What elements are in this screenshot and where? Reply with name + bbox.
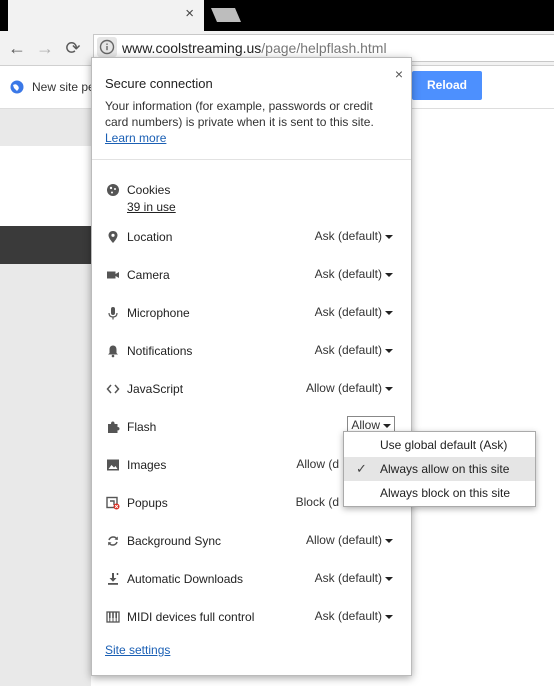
permission-label: Automatic Downloads xyxy=(127,572,244,586)
cookies-in-use-link[interactable]: 39 in use xyxy=(127,200,176,214)
permission-row-background-sync: Background Sync Allow (default) xyxy=(92,522,411,560)
secure-connection-title: Secure connection xyxy=(105,76,213,91)
permission-row-location: Location Ask (default) xyxy=(92,218,411,256)
back-arrow-icon[interactable]: ← xyxy=(6,37,28,59)
permission-select-images[interactable]: Allow (d xyxy=(296,457,339,471)
url-host: www.coolstreaming.us xyxy=(122,40,262,56)
permission-label: MIDI devices full control xyxy=(127,610,255,624)
permission-value: Allow (default) xyxy=(305,381,382,395)
permission-value: Ask (default) xyxy=(314,229,382,243)
tab-strip: × xyxy=(0,0,554,31)
caret-down-icon xyxy=(383,423,391,428)
permission-label: Microphone xyxy=(127,306,190,320)
flash-dropdown-menu: Use global default (Ask) ✓ Always allow … xyxy=(343,431,536,507)
microphone-icon xyxy=(108,307,118,320)
permission-row-javascript: JavaScript Allow (default) xyxy=(92,370,411,408)
url-path: /page/helpflash.html xyxy=(261,40,387,56)
caret-down-icon xyxy=(385,310,393,315)
permission-select-automatic-downloads[interactable]: Ask (default) xyxy=(315,571,393,585)
permission-label: Background Sync xyxy=(127,534,222,548)
close-icon[interactable]: × xyxy=(185,6,194,22)
url-text: www.coolstreaming.us/page/helpflash.html xyxy=(122,40,387,56)
caret-down-icon xyxy=(385,538,393,543)
permission-select-notifications[interactable]: Ask (default) xyxy=(315,343,393,357)
permission-select-javascript[interactable]: Allow (default) xyxy=(306,381,393,395)
caret-down-icon xyxy=(385,576,393,581)
permission-label: Location xyxy=(127,230,173,244)
permission-row-midi: MIDI devices full control Ask (default) xyxy=(92,598,411,636)
piano-keys-icon xyxy=(106,611,120,623)
option-label: Always allow on this site xyxy=(380,462,510,476)
dropdown-option-selected[interactable]: ✓ Always allow on this site xyxy=(344,457,535,481)
permission-label: JavaScript xyxy=(127,382,184,396)
caret-down-icon xyxy=(385,234,393,239)
cookie-icon xyxy=(107,184,119,196)
secure-connection-description: Your information (for example, passwords… xyxy=(105,98,395,146)
learn-more-link[interactable]: Learn more xyxy=(105,131,166,145)
permission-label: Flash xyxy=(127,420,157,434)
permission-select-popups[interactable]: Block (d xyxy=(296,495,339,509)
forward-arrow-icon[interactable]: → xyxy=(34,37,56,59)
permission-row-camera: Camera Ask (default) xyxy=(92,256,411,294)
permission-select-background-sync[interactable]: Allow (default) xyxy=(306,533,393,547)
page-dark-band xyxy=(0,226,91,264)
divider xyxy=(92,159,411,160)
close-icon[interactable]: × xyxy=(395,66,403,82)
checkmark-icon: ✓ xyxy=(356,461,367,476)
permission-value: Block (d xyxy=(295,495,339,509)
puzzle-piece-icon xyxy=(108,421,120,433)
caret-down-icon xyxy=(385,348,393,353)
cookies-row: Cookies 39 in use xyxy=(92,171,411,215)
bell-icon xyxy=(108,345,118,358)
caret-down-icon xyxy=(385,386,393,391)
permission-row-microphone: Microphone Ask (default) xyxy=(92,294,411,332)
dropdown-option[interactable]: Always block on this site xyxy=(344,481,535,505)
permission-value: Ask (default) xyxy=(314,305,382,319)
permission-row-notifications: Notifications Ask (default) xyxy=(92,332,411,370)
caret-down-icon xyxy=(385,614,393,619)
browser-tab[interactable]: × xyxy=(8,0,204,31)
secure-text: Your information (for example, passwords… xyxy=(105,99,374,129)
permission-select-location[interactable]: Ask (default) xyxy=(315,229,393,243)
camera-icon xyxy=(107,271,119,279)
option-label: Use global default (Ask) xyxy=(380,438,508,452)
page-content-block xyxy=(0,146,91,226)
reload-button[interactable]: Reload xyxy=(412,71,482,100)
image-icon xyxy=(107,459,119,471)
code-brackets-icon xyxy=(106,384,120,394)
site-settings-link[interactable]: Site settings xyxy=(105,643,170,657)
reload-icon[interactable]: ⟳ xyxy=(62,37,84,59)
sync-icon xyxy=(108,536,118,546)
new-tab-button[interactable] xyxy=(211,8,241,22)
permission-value: Allow xyxy=(351,418,380,432)
infobar-message: New site pe xyxy=(32,80,95,94)
location-pin-icon xyxy=(108,231,118,243)
permission-label: Notifications xyxy=(127,344,193,358)
permission-row-automatic-downloads: Automatic Downloads Ask (default) xyxy=(92,560,411,598)
dropdown-option[interactable]: Use global default (Ask) xyxy=(344,433,535,457)
info-icon xyxy=(99,39,115,55)
permission-select-camera[interactable]: Ask (default) xyxy=(315,267,393,281)
permission-value: Ask (default) xyxy=(314,267,382,281)
site-info-popup: × Secure connection Your information (fo… xyxy=(91,57,412,676)
site-info-button[interactable] xyxy=(97,37,117,57)
permission-value: Allow (default) xyxy=(305,533,382,547)
caret-down-icon xyxy=(385,272,393,277)
popup-blocked-icon xyxy=(106,496,120,510)
permission-label: Popups xyxy=(127,496,168,510)
permission-select-microphone[interactable]: Ask (default) xyxy=(315,305,393,319)
permission-value: Ask (default) xyxy=(314,343,382,357)
globe-icon xyxy=(10,80,24,94)
download-icon xyxy=(108,573,119,585)
option-label: Always block on this site xyxy=(380,486,511,500)
permission-value: Allow (d xyxy=(296,457,339,471)
permission-label: Images xyxy=(127,458,167,472)
permission-label: Camera xyxy=(127,268,170,282)
cookies-label: Cookies xyxy=(127,183,171,197)
permission-select-midi[interactable]: Ask (default) xyxy=(315,609,393,623)
permission-value: Ask (default) xyxy=(314,609,382,623)
permission-value: Ask (default) xyxy=(314,571,382,585)
